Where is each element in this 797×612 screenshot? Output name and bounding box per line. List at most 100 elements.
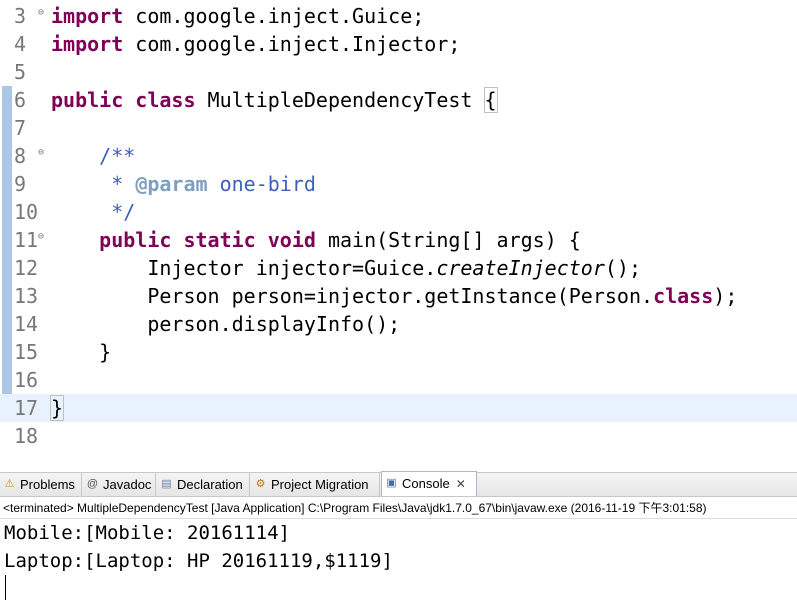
tab-label: Declaration xyxy=(177,477,243,492)
tab-project-migration[interactable]: ⚙ Project Migration xyxy=(251,473,380,496)
line-number: 10 xyxy=(14,200,39,224)
close-icon[interactable]: ✕ xyxy=(456,477,466,491)
code-token: } xyxy=(49,395,65,421)
code-text: } xyxy=(51,338,111,366)
code-token: public xyxy=(51,88,124,112)
code-text: /** xyxy=(51,142,135,170)
code-token: person.displayInfo(); xyxy=(51,312,401,336)
line-number: 6 xyxy=(14,88,27,112)
code-token: ); xyxy=(713,284,738,308)
code-text: */ xyxy=(51,198,135,226)
code-line[interactable]: 9 * @param one-bird xyxy=(0,170,797,198)
line-number: 5 xyxy=(14,60,27,84)
tab-problems[interactable]: ⚠ Problems xyxy=(0,473,82,496)
code-line[interactable]: 14 person.displayInfo(); xyxy=(0,310,797,338)
tab-label: Project Migration xyxy=(271,477,369,492)
line-number: 18 xyxy=(14,424,39,448)
code-token: one-bird xyxy=(207,172,316,196)
code-line[interactable]: 15 } xyxy=(0,338,797,366)
code-token: class xyxy=(135,88,196,112)
code-token: * xyxy=(111,172,136,196)
code-token: Person person=injector.getInstance(Perso… xyxy=(51,284,654,308)
code-line[interactable]: 8 ⊖ /** xyxy=(0,142,797,170)
code-text: public static void main(String[] args) { xyxy=(51,226,581,254)
project-migration-icon: ⚙ xyxy=(255,478,266,490)
line-number: 17 xyxy=(14,396,39,420)
line-number: 15 xyxy=(14,340,39,364)
line-number: 13 xyxy=(14,284,39,308)
code-line[interactable]: 4 import com.google.inject.Injector; xyxy=(0,30,797,58)
code-text: * @param one-bird xyxy=(51,170,316,198)
code-token: MultipleDependencyTest xyxy=(195,88,485,112)
code-line[interactable]: 13 Person person=injector.getInstance(Pe… xyxy=(0,282,797,310)
code-line[interactable]: 12 Injector injector=Guice.createInjecto… xyxy=(0,254,797,282)
code-token: @param xyxy=(135,172,208,196)
console-output[interactable]: Mobile:[Mobile: 20161114] Laptop:[Laptop… xyxy=(0,519,797,612)
code-text: import com.google.inject.Injector; xyxy=(51,30,460,58)
tab-label: Problems xyxy=(20,477,75,492)
line-number: 16 xyxy=(14,368,39,392)
code-token: class xyxy=(653,284,714,308)
tab-console[interactable]: ▣ Console ✕ xyxy=(381,471,477,496)
line-number: 4 xyxy=(14,32,27,56)
code-token: main(String[] args) { xyxy=(315,228,581,252)
line-number: 9 xyxy=(14,172,27,196)
code-line[interactable]: 11 ⊖ public static void main(String[] arg… xyxy=(0,226,797,254)
text-caret xyxy=(5,575,6,600)
code-editor[interactable]: 3 ⊖ import com.google.inject.Guice; 4 import… xyxy=(0,0,797,452)
fold-toggle-icon[interactable]: ⊖ xyxy=(38,8,44,18)
code-line[interactable]: 17} xyxy=(0,394,797,422)
code-token: (); xyxy=(604,256,642,280)
code-token: com.google.inject.Guice; xyxy=(123,4,425,28)
code-text: person.displayInfo(); xyxy=(51,310,400,338)
console-output-line: Laptop:[Laptop: HP 20161119,$1119] xyxy=(4,550,393,572)
declaration-icon: ▤ xyxy=(161,478,172,490)
line-number: 7 xyxy=(14,116,27,140)
code-line[interactable]: 5 xyxy=(0,58,797,86)
code-token: public xyxy=(99,228,172,252)
code-token: import xyxy=(51,4,124,28)
line-number: 14 xyxy=(14,312,39,336)
code-token: import xyxy=(51,32,124,56)
problems-icon: ⚠ xyxy=(4,478,15,490)
views-tab-bar: ⚠ Problems @ Javadoc ▤ Declaration ⚙ Project Mi… xyxy=(0,471,797,497)
fold-toggle-icon[interactable]: ⊖ xyxy=(38,148,44,158)
tab-label: Console xyxy=(402,476,450,491)
code-line[interactable]: 6 public class MultipleDependencyTest { xyxy=(0,86,797,114)
code-token: /** xyxy=(99,144,136,168)
code-line[interactable]: 3 ⊖ import com.google.inject.Guice; xyxy=(0,2,797,30)
code-line[interactable]: 7 xyxy=(0,114,797,142)
tab-javadoc[interactable]: @ Javadoc xyxy=(83,473,156,496)
javadoc-icon: @ xyxy=(86,478,99,490)
console-output-line: Mobile:[Mobile: 20161114] xyxy=(4,522,290,544)
code-line[interactable]: 10 */ xyxy=(0,198,797,226)
code-token: void xyxy=(267,228,316,252)
tab-declaration[interactable]: ▤ Declaration xyxy=(157,473,250,496)
code-token: static xyxy=(183,228,256,252)
code-token: { xyxy=(483,87,498,113)
console-status-header: <terminated> MultipleDependencyTest [Jav… xyxy=(0,497,797,519)
code-text: Person person=injector.getInstance(Perso… xyxy=(51,282,737,310)
console-icon: ▣ xyxy=(386,477,397,489)
code-line[interactable]: 18 xyxy=(0,422,797,450)
tab-label: Javadoc xyxy=(103,477,152,492)
code-token: } xyxy=(51,340,112,364)
code-text: Injector injector=Guice.createInjector()… xyxy=(51,254,641,282)
code-token: Injector injector=Guice. xyxy=(51,256,437,280)
code-token: createInjector xyxy=(436,256,605,280)
code-text: import com.google.inject.Guice; xyxy=(51,2,424,30)
code-line[interactable]: 16 xyxy=(0,366,797,394)
fold-toggle-icon[interactable]: ⊖ xyxy=(38,232,44,242)
code-text: } xyxy=(49,394,65,422)
code-token: */ xyxy=(111,200,136,224)
code-text: public class MultipleDependencyTest { xyxy=(51,86,498,114)
code-token: com.google.inject.Injector; xyxy=(123,32,461,56)
line-number: 12 xyxy=(14,256,39,280)
